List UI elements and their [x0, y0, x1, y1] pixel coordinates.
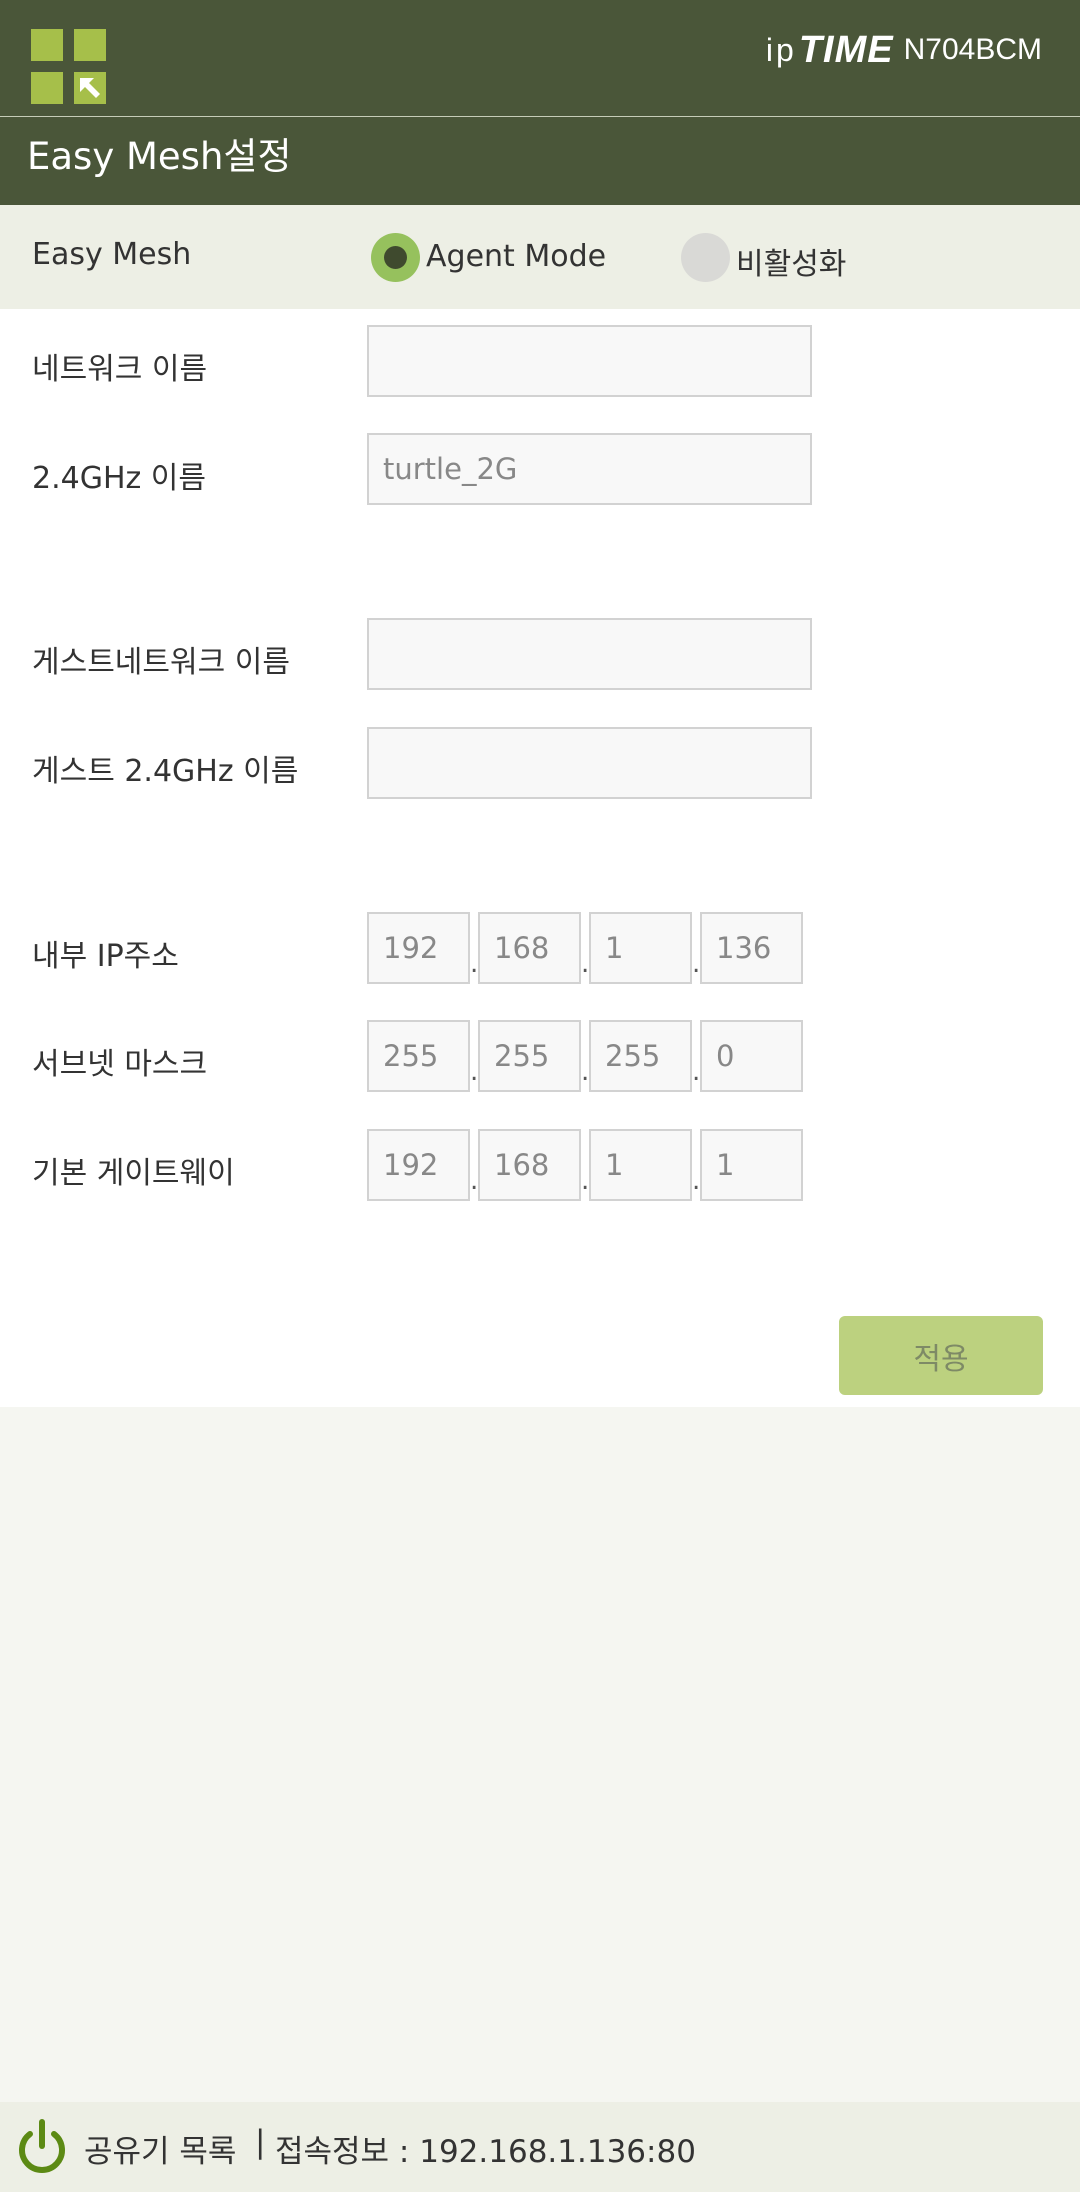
network-name-input[interactable] [367, 325, 812, 397]
brand-logo: ip TIME N704BCM [765, 28, 1042, 71]
title-bar: Easy Mesh설정 [0, 117, 1080, 205]
subnet-octet-2[interactable] [478, 1020, 581, 1092]
settings-form: 네트워크 이름 2.4GHz 이름 게스트네트워크 이름 게스트 2.4GHz … [0, 309, 1080, 1407]
model-name: N704BCM [903, 33, 1042, 66]
name-24g-label: 2.4GHz 이름 [32, 461, 206, 496]
internal-ip-octet-4[interactable] [700, 912, 803, 984]
arrow-up-left-icon [80, 78, 100, 98]
top-header: ip TIME N704BCM [0, 0, 1080, 117]
name-24g-input[interactable] [367, 433, 812, 505]
gateway-octet-2[interactable] [478, 1129, 581, 1201]
menu-grid-icon[interactable] [31, 29, 106, 104]
page-title: Easy Mesh설정 [27, 135, 292, 178]
subnet-mask-label: 서브넷 마스크 [32, 1047, 208, 1082]
grid-square [74, 29, 106, 61]
subnet-octet-4[interactable] [700, 1020, 803, 1092]
guest-name-24g-input[interactable] [367, 727, 812, 799]
internal-ip-octet-1[interactable] [367, 912, 470, 984]
grid-square-arrow [74, 72, 106, 104]
internal-ip-octet-2[interactable] [478, 912, 581, 984]
internal-ip-octet-3[interactable] [589, 912, 692, 984]
internal-ip-label: 내부 IP주소 [32, 939, 179, 974]
easy-mesh-label: Easy Mesh [32, 237, 192, 272]
subnet-octet-3[interactable] [589, 1020, 692, 1092]
guest-network-name-input[interactable] [367, 618, 812, 690]
router-list-link[interactable]: 공유기 목록 [84, 2126, 236, 2171]
footer-separator: | [255, 2124, 266, 2160]
grid-square [31, 29, 63, 61]
footer-bar: 공유기 목록 | 접속정보 : 192.168.1.136:80 [0, 2102, 1080, 2192]
guest-name-24g-label: 게스트 2.4GHz 이름 [32, 754, 299, 789]
gateway-label: 기본 게이트웨이 [32, 1156, 235, 1191]
gateway-octet-4[interactable] [700, 1129, 803, 1201]
subnet-octet-1[interactable] [367, 1020, 470, 1092]
brand-ip: ip [765, 31, 797, 68]
agent-mode-radio[interactable] [371, 233, 420, 282]
disable-radio[interactable] [681, 233, 730, 282]
connection-info: 접속정보 : 192.168.1.136:80 [275, 2134, 696, 2170]
disable-label[interactable]: 비활성화 [736, 239, 846, 283]
power-icon[interactable] [16, 2118, 68, 2176]
grid-square [31, 72, 63, 104]
gateway-octet-3[interactable] [589, 1129, 692, 1201]
guest-network-name-label: 게스트네트워크 이름 [32, 645, 290, 680]
gateway-octet-1[interactable] [367, 1129, 470, 1201]
apply-button[interactable]: 적용 [839, 1316, 1043, 1395]
easy-mesh-row: Easy Mesh Agent Mode 비활성화 [0, 205, 1080, 309]
agent-mode-label[interactable]: Agent Mode [426, 239, 606, 274]
brand-time: TIME [798, 28, 894, 71]
network-name-label: 네트워크 이름 [32, 352, 208, 387]
